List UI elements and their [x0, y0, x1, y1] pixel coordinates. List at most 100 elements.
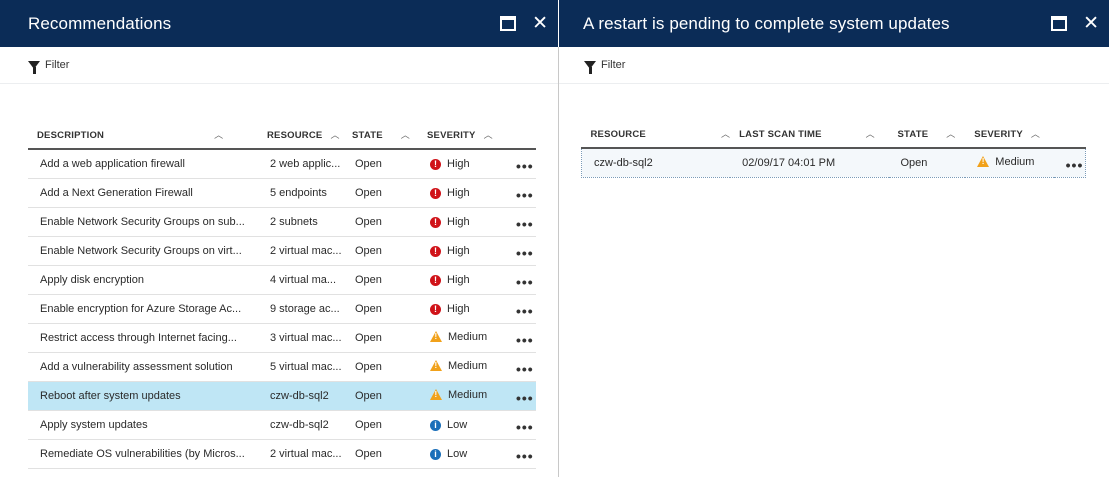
table-row[interactable]: Apply disk encryption 4 virtual ma... Open… — [28, 265, 536, 295]
table-row[interactable]: Enable encryption for Azure Storage Ac..… — [28, 294, 536, 324]
severity-label: Low — [447, 419, 468, 432]
blade-title: Recommendations — [28, 13, 172, 33]
column-header-description[interactable]: DESCRIPTION ︿ — [28, 121, 258, 150]
table-row[interactable]: Apply system updates czw-db-sql2 Open i Low •… — [28, 410, 536, 440]
ellipsis-icon[interactable]: ••• — [516, 158, 534, 174]
table-row[interactable]: Add a vulnerability assessment solution 5… — [28, 352, 536, 382]
blade-title-bar: A restart is pending to complete system … — [559, 0, 1109, 47]
cell-state: Open — [343, 265, 418, 295]
ellipsis-icon[interactable]: ••• — [1066, 157, 1084, 173]
cell-description: Enable Network Security Groups on sub... — [28, 207, 258, 237]
blade-toolbar: Filter — [0, 47, 558, 84]
maximize-icon[interactable] — [1051, 16, 1068, 31]
severity-label: Medium — [448, 330, 488, 343]
table-row[interactable]: Reboot after system updates czw-db-sql2 Op… — [28, 381, 536, 411]
pending-restart-blade: A restart is pending to complete system … — [559, 0, 1109, 477]
table-header-row: RESOURCE ︿ LAST SCAN TIME ︿ STATE ︿ SEVERIT… — [581, 120, 1086, 149]
column-header-state[interactable]: STATE ︿ — [343, 121, 418, 150]
blade-title-bar: Recommendations ✕ — [0, 0, 558, 47]
cell-resource: 2 virtual mac... — [258, 439, 343, 469]
chevron-up-icon: ︿ — [400, 130, 410, 140]
column-header-last-scan-time[interactable]: LAST SCAN TIME ︿ — [730, 120, 889, 149]
cell-state: Open — [343, 178, 418, 208]
cell-severity: ! High — [418, 178, 504, 208]
cell-severity: Medium — [965, 147, 1054, 178]
cell-description: Enable Network Security Groups on virt..… — [28, 236, 258, 266]
filter-button[interactable]: Filter — [584, 59, 625, 74]
severity-label: High — [447, 274, 470, 287]
table-row[interactable]: Enable Network Security Groups on virt..… — [28, 236, 536, 266]
severity-label: High — [447, 303, 470, 316]
cell-description: Add a vulnerability assessment solution — [28, 352, 258, 382]
cell-state: Open — [888, 147, 966, 178]
ellipsis-icon[interactable]: ••• — [516, 390, 534, 406]
table-row[interactable]: Add a web application firewall 2 web appl… — [28, 149, 536, 179]
severity-label: Medium — [448, 359, 488, 372]
ellipsis-icon[interactable]: ••• — [516, 332, 534, 348]
warning-icon — [430, 360, 442, 372]
column-header-severity[interactable]: SEVERITY ︿ — [965, 120, 1054, 149]
cell-description: Remediate OS vulnerabilities (by Micros.… — [28, 439, 258, 469]
table-row[interactable]: Enable Network Security Groups on sub...… — [28, 207, 536, 237]
ellipsis-icon[interactable]: ••• — [516, 448, 534, 464]
cell-resource: 5 endpoints — [258, 178, 343, 208]
column-header-state[interactable]: STATE ︿ — [888, 120, 966, 149]
ellipsis-icon[interactable]: ••• — [516, 361, 534, 377]
cell-description: Reboot after system updates — [28, 381, 258, 411]
cell-severity: ! High — [418, 207, 504, 237]
cell-resource: 9 storage ac... — [258, 294, 343, 324]
ellipsis-icon[interactable]: ••• — [516, 274, 534, 290]
maximize-icon[interactable] — [500, 16, 517, 31]
table-row[interactable]: Add a Next Generation Firewall 5 endpoint… — [28, 178, 536, 208]
recommendations-table: DESCRIPTION ︿ RESOURCE ︿ STATE ︿ SEVERITY ︿ … — [28, 121, 536, 469]
cell-severity: ! High — [418, 265, 504, 295]
cell-resource: 3 virtual mac... — [258, 323, 343, 353]
resources-table: RESOURCE ︿ LAST SCAN TIME ︿ STATE ︿ SEVERIT… — [581, 120, 1086, 178]
cell-resource: 2 virtual mac... — [258, 236, 343, 266]
cell-severity: ! High — [418, 294, 504, 324]
table-row[interactable]: Remediate OS vulnerabilities (by Micros.… — [28, 439, 536, 469]
column-header-resource[interactable]: RESOURCE ︿ — [258, 121, 343, 150]
close-icon[interactable]: ✕ — [532, 14, 548, 33]
filter-icon — [28, 61, 40, 74]
chevron-up-icon: ︿ — [330, 130, 340, 140]
error-icon: ! — [430, 303, 441, 315]
cell-resource: 5 virtual mac... — [258, 352, 343, 382]
close-icon[interactable]: ✕ — [1083, 14, 1099, 33]
cell-resource: czw-db-sql2 — [581, 147, 731, 178]
cell-state: Open — [343, 352, 418, 382]
ellipsis-icon[interactable]: ••• — [516, 187, 534, 203]
table-row[interactable]: czw-db-sql202/09/17 04:01 PMOpen Medium ••… — [581, 147, 1086, 178]
severity-label: High — [447, 245, 470, 258]
cell-state: Open — [343, 410, 418, 440]
info-icon: i — [430, 448, 441, 460]
severity-label: High — [447, 187, 470, 200]
error-icon: ! — [430, 158, 441, 170]
cell-severity: Medium — [418, 352, 504, 382]
ellipsis-icon[interactable]: ••• — [516, 216, 534, 232]
filter-icon — [584, 61, 596, 74]
cell-state: Open — [343, 439, 418, 469]
cell-description: Add a web application firewall — [28, 149, 258, 179]
cell-description: Apply system updates — [28, 410, 258, 440]
table-row[interactable]: Restrict access through Internet facing.… — [28, 323, 536, 353]
cell-description: Apply disk encryption — [28, 265, 258, 295]
ellipsis-icon[interactable]: ••• — [516, 245, 534, 261]
cell-severity: i Low — [418, 439, 504, 469]
error-icon: ! — [430, 274, 441, 286]
cell-resource: czw-db-sql2 — [258, 381, 343, 411]
cell-description: Enable encryption for Azure Storage Ac..… — [28, 294, 258, 324]
chevron-up-icon: ︿ — [1030, 129, 1041, 139]
severity-label: Medium — [995, 155, 1035, 168]
severity-label: Low — [447, 448, 468, 461]
cell-state: Open — [343, 207, 418, 237]
filter-button[interactable]: Filter — [28, 59, 69, 74]
severity-label: High — [447, 216, 470, 229]
chevron-up-icon: ︿ — [946, 129, 956, 139]
cell-state: Open — [343, 294, 418, 324]
ellipsis-icon[interactable]: ••• — [516, 303, 534, 319]
cell-resource: czw-db-sql2 — [258, 410, 343, 440]
ellipsis-icon[interactable]: ••• — [516, 419, 534, 435]
column-header-severity[interactable]: SEVERITY ︿ — [418, 121, 504, 150]
column-header-resource[interactable]: RESOURCE ︿ — [581, 120, 731, 149]
